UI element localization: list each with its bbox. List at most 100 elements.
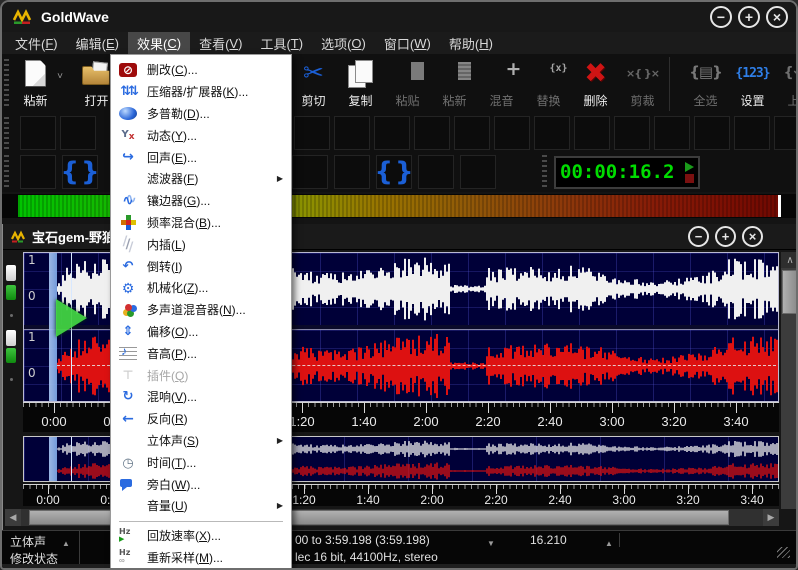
noise-gate-button[interactable] [734, 116, 770, 150]
stop-button[interactable] [292, 155, 328, 189]
menu-item[interactable]: 滤波器(F) [111, 168, 291, 190]
replace-button[interactable]: 替换 [525, 57, 572, 111]
play-position-triangle[interactable] [56, 299, 87, 337]
equalizer-button[interactable] [534, 116, 570, 150]
channel1-mute-indicator[interactable] [6, 285, 16, 300]
close-button[interactable]: × [766, 6, 788, 28]
menubar-item[interactable]: 效果(C) [128, 32, 190, 54]
spectrum-filter-button[interactable] [654, 116, 690, 150]
channel-mode-up-icon[interactable] [62, 535, 70, 549]
minimize-button[interactable]: − [710, 6, 732, 28]
reverse-effect-button[interactable] [454, 116, 490, 150]
echo-effect-button[interactable] [414, 116, 450, 150]
menubar-item[interactable]: 窗口(W) [375, 32, 440, 54]
channel2-level-indicator[interactable] [6, 330, 16, 346]
menu-item[interactable]: 倒转(I) [111, 255, 291, 277]
menu-item[interactable]: 回声(E)... [111, 146, 291, 168]
menu-item[interactable]: 偏移(O)... [111, 321, 291, 343]
doppler-effect-button[interactable] [294, 116, 330, 150]
menu-item[interactable]: 机械化(Z)... [111, 277, 291, 299]
toolbar-grip[interactable] [4, 155, 9, 189]
menu-item-label: 机械化(Z)... [147, 279, 208, 296]
resize-grip[interactable] [777, 547, 790, 558]
menu-item[interactable]: 动态(Y)... [111, 124, 291, 146]
play-selection-button[interactable] [62, 155, 98, 189]
menu-item[interactable]: 音高(P)... [111, 342, 291, 364]
cut-button[interactable]: 剪切 [290, 57, 337, 111]
menu-item[interactable]: 频率混合(B)... [111, 212, 291, 234]
selection-range-label[interactable]: 00 to 3:59.198 (3:59.198) [295, 533, 430, 547]
menu-item[interactable]: 压缩器/扩展器(K)... [111, 81, 291, 103]
partial-effect-button[interactable] [774, 116, 798, 150]
menu-item[interactable]: 插件(Q) [111, 364, 291, 386]
offset-effect-button[interactable] [494, 116, 530, 150]
monitor-input-button[interactable] [418, 155, 454, 189]
sound-minimize-button[interactable]: − [688, 226, 709, 247]
play-button[interactable] [20, 155, 56, 189]
menu-item[interactable]: 镶边器(G)... [111, 190, 291, 212]
channel2-mute-indicator[interactable] [6, 348, 16, 363]
position-format-up-icon[interactable] [605, 535, 613, 549]
control-properties-button[interactable] [460, 155, 496, 189]
menubar-item[interactable]: 文件(F) [6, 32, 67, 54]
scroll-left-icon[interactable] [5, 509, 21, 526]
selection-format-down-icon[interactable] [487, 535, 495, 549]
toolbar-grip[interactable] [542, 155, 547, 189]
vertical-scrollbar-thumb[interactable] [782, 270, 798, 314]
menu-item[interactable]: 内插(L) [111, 233, 291, 255]
delete-button[interactable]: 删除 [572, 57, 619, 111]
toolbar-button[interactable] [669, 57, 679, 111]
menubar-item[interactable]: 帮助(H) [440, 32, 502, 54]
title-bar[interactable]: GoldWave − + × [2, 2, 796, 32]
time-stop-icon [685, 174, 694, 183]
channel-mode-label[interactable]: 立体声 [10, 533, 46, 550]
filter-effect-button[interactable] [574, 116, 610, 150]
position-value[interactable]: 16.210 [530, 533, 567, 547]
menu-item[interactable]: 反向(R) [111, 408, 291, 430]
vertical-scrollbar[interactable] [781, 252, 798, 509]
menu-item[interactable]: 多声道混音器(N)... [111, 299, 291, 321]
noise-reduction-button[interactable] [694, 116, 730, 150]
toolbar-icon [784, 57, 798, 89]
paste-new-file-button[interactable]: 粘新 [12, 57, 59, 111]
paste-button[interactable]: 粘贴 [384, 57, 431, 111]
record-button[interactable] [334, 155, 370, 189]
menubar-item[interactable]: 查看(V) [190, 32, 251, 54]
menu-item[interactable]: 删改(C)... [111, 59, 291, 81]
overview-position-marker[interactable] [71, 437, 72, 481]
sound-maximize-button[interactable]: + [715, 226, 736, 247]
menu-item[interactable]: 音量(U) [111, 495, 291, 517]
scroll-up-icon[interactable] [781, 252, 798, 268]
silence-effect-button[interactable] [20, 116, 56, 150]
channel1-level-indicator[interactable] [6, 265, 16, 281]
menu-item[interactable]: 时间(T)... [111, 451, 291, 473]
menu-item[interactable]: 混响(V)... [111, 386, 291, 408]
menu-item[interactable] [119, 521, 283, 522]
menubar-item[interactable]: 编辑(E) [67, 32, 128, 54]
menu-item[interactable]: 多普勒(D)... [111, 103, 291, 125]
menu-item[interactable]: 回放速率(X)... [111, 525, 291, 547]
record-selection-button[interactable] [376, 155, 412, 189]
set-selection-button[interactable]: 设置 [729, 57, 776, 111]
paste-as-new-button[interactable]: 粘新 [431, 57, 478, 111]
previous-step-button[interactable]: 上步 [776, 57, 798, 111]
menu-item[interactable]: 旁白(W)... [111, 473, 291, 495]
scroll-right-icon[interactable] [763, 509, 779, 526]
menubar-item[interactable]: 工具(T) [251, 32, 312, 54]
overview-selection-strip[interactable] [49, 437, 57, 482]
menubar-item[interactable]: 选项(O) [312, 32, 375, 54]
sound-close-button[interactable]: × [742, 226, 763, 247]
trim-button[interactable]: 剪裁 [619, 57, 666, 111]
toolbar-grip[interactable] [4, 117, 9, 149]
pitch-effect-button[interactable] [374, 116, 410, 150]
select-all-button[interactable]: 全选 [682, 57, 729, 111]
compressor-expander-button[interactable] [60, 116, 96, 150]
toolbar-grip[interactable] [4, 59, 9, 109]
menu-item[interactable]: 重新采样(M)... [111, 547, 291, 569]
menu-item[interactable]: 立体声(S) [111, 430, 291, 452]
reverb-effect-button[interactable] [614, 116, 650, 150]
copy-button[interactable]: 复制 [337, 57, 384, 111]
maximize-button[interactable]: + [738, 6, 760, 28]
mix-button[interactable]: 混音 [478, 57, 525, 111]
multichannel-mixer-button[interactable] [334, 116, 370, 150]
